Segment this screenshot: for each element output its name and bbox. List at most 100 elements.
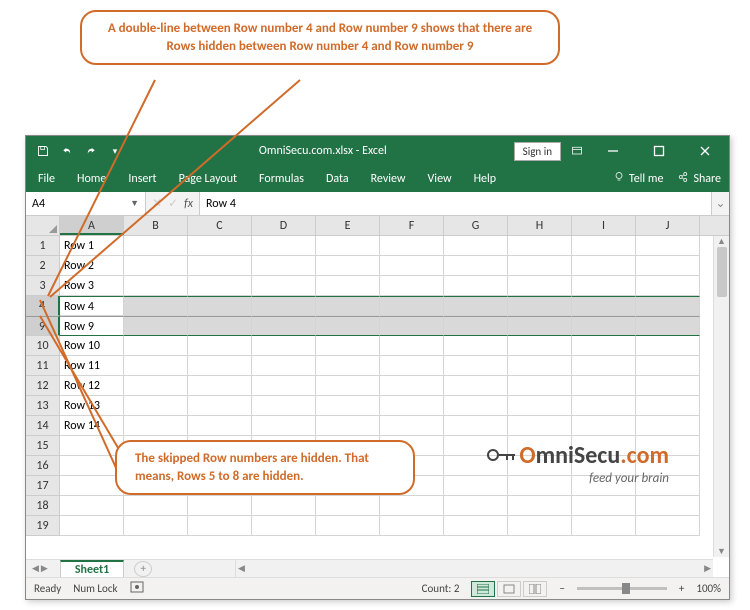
tab-home[interactable]: Home (73, 168, 110, 190)
cell[interactable] (124, 356, 188, 376)
cell[interactable] (508, 396, 572, 416)
cell[interactable] (252, 236, 316, 256)
cell[interactable] (252, 296, 316, 316)
cell[interactable] (252, 276, 316, 296)
column-header-C[interactable]: C (188, 216, 252, 235)
cell[interactable] (252, 256, 316, 276)
row-header[interactable]: 17 (26, 476, 60, 496)
cell[interactable]: Row 2 (60, 256, 124, 276)
scroll-left-icon[interactable]: ◀ (238, 563, 245, 574)
cell[interactable] (188, 376, 252, 396)
cell[interactable] (380, 316, 444, 336)
cell[interactable] (636, 256, 700, 276)
cell[interactable] (316, 496, 380, 516)
fx-icon[interactable]: fx (184, 197, 193, 211)
row-header[interactable]: 9 (26, 316, 60, 336)
cell[interactable]: Row 10 (60, 336, 124, 356)
cell[interactable] (124, 496, 188, 516)
cell[interactable] (316, 416, 380, 436)
cell[interactable] (444, 316, 508, 336)
cell[interactable]: Row 1 (60, 236, 124, 256)
cell[interactable] (188, 496, 252, 516)
column-header-E[interactable]: E (316, 216, 380, 235)
vscroll-thumb[interactable] (717, 247, 727, 297)
cell[interactable] (444, 356, 508, 376)
cell[interactable] (572, 496, 636, 516)
cell[interactable] (508, 336, 572, 356)
cell[interactable] (316, 256, 380, 276)
redo-icon[interactable] (84, 144, 98, 158)
view-page-break-button[interactable] (523, 581, 547, 597)
tell-me-button[interactable]: Tell me (613, 171, 664, 187)
cell[interactable] (124, 416, 188, 436)
cell[interactable] (60, 496, 124, 516)
cell[interactable] (316, 276, 380, 296)
macro-record-icon[interactable] (130, 580, 144, 597)
cell[interactable] (380, 236, 444, 256)
zoom-in-button[interactable]: + (679, 582, 684, 595)
cell[interactable] (124, 236, 188, 256)
cell[interactable] (636, 336, 700, 356)
cell[interactable] (444, 376, 508, 396)
ribbon-display-options-icon[interactable] (567, 141, 587, 161)
cell[interactable] (188, 276, 252, 296)
zoom-level[interactable]: 100% (696, 582, 721, 595)
scroll-down-icon[interactable]: ▼ (717, 546, 726, 557)
row-header[interactable]: 15 (26, 436, 60, 456)
scroll-right-icon[interactable]: ▶ (704, 563, 711, 574)
cell[interactable] (636, 276, 700, 296)
cell[interactable] (508, 276, 572, 296)
cell[interactable] (188, 396, 252, 416)
cell[interactable] (444, 276, 508, 296)
row-header[interactable]: 11 (26, 356, 60, 376)
row-header[interactable]: 19 (26, 516, 60, 536)
cell[interactable] (124, 316, 188, 336)
tab-insert[interactable]: Insert (124, 168, 160, 190)
cell[interactable] (188, 516, 252, 536)
cell[interactable] (316, 336, 380, 356)
name-box[interactable]: A4 ▼ (26, 192, 146, 215)
tab-page-layout[interactable]: Page Layout (175, 168, 241, 190)
cell[interactable] (444, 256, 508, 276)
cell[interactable] (60, 516, 124, 536)
cell[interactable]: Row 13 (60, 396, 124, 416)
new-sheet-button[interactable]: + (134, 561, 152, 577)
column-header-G[interactable]: G (444, 216, 508, 235)
cell[interactable]: Row 4 (60, 296, 124, 316)
cell[interactable] (380, 396, 444, 416)
cell[interactable]: Row 14 (60, 416, 124, 436)
cell[interactable] (380, 256, 444, 276)
cell[interactable] (636, 376, 700, 396)
row-header[interactable]: 2 (26, 256, 60, 276)
cell[interactable] (380, 376, 444, 396)
cell[interactable] (380, 296, 444, 316)
cell[interactable] (316, 296, 380, 316)
column-header-D[interactable]: D (252, 216, 316, 235)
cell[interactable] (572, 296, 636, 316)
cell[interactable] (188, 316, 252, 336)
cell[interactable] (508, 236, 572, 256)
close-button[interactable] (685, 136, 725, 166)
cell[interactable] (252, 336, 316, 356)
cell[interactable] (444, 336, 508, 356)
cell[interactable] (636, 396, 700, 416)
row-header[interactable]: 13 (26, 396, 60, 416)
tab-data[interactable]: Data (322, 168, 353, 190)
cell[interactable] (252, 496, 316, 516)
row-header[interactable]: 14 (26, 416, 60, 436)
cell[interactable] (572, 376, 636, 396)
select-all-corner[interactable] (26, 216, 60, 235)
cell[interactable] (380, 336, 444, 356)
cell[interactable] (252, 376, 316, 396)
cell[interactable] (316, 376, 380, 396)
tab-scroll-splitter[interactable] (226, 559, 236, 577)
cell[interactable] (188, 296, 252, 316)
cell[interactable] (124, 336, 188, 356)
cell[interactable] (444, 416, 508, 436)
column-header-J[interactable]: J (636, 216, 700, 235)
cell[interactable] (188, 336, 252, 356)
row-header[interactable]: 18 (26, 496, 60, 516)
cell[interactable]: Row 12 (60, 376, 124, 396)
scroll-up-icon[interactable]: ▲ (717, 236, 726, 247)
cell[interactable] (444, 496, 508, 516)
